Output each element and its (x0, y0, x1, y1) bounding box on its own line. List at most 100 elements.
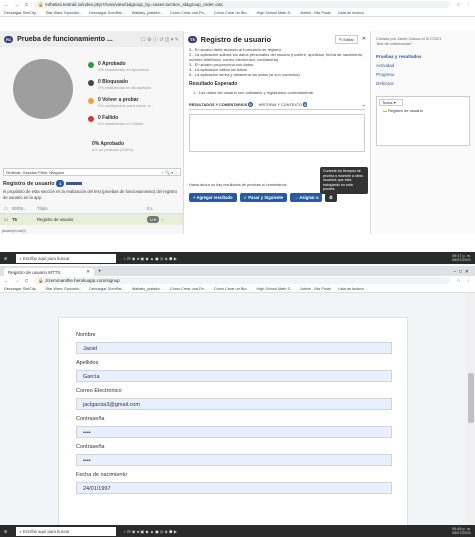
clock-2[interactable]: 09:49 p. m. 05/07/2021 (452, 527, 471, 536)
url-field[interactable]: 🔒 mthetiss.testrail.io/index.php?/runs/v… (34, 1, 451, 8)
sort-filter-bar[interactable]: Ordenar: Sección Filtro: Ninguno + 🔍 ▾ ⛶ (3, 168, 181, 176)
pass-next-button[interactable]: ✓ Pasar y Siguiente (239, 193, 288, 202)
action-buttons: + Agregar resultado ✓ Pasar y Siguiente … (189, 193, 337, 202)
windows-start-icon[interactable]: ⊞ (4, 256, 8, 261)
address-bar-row-2: ← → C 🔒 zizemmanithe.herokuapp.com/signu… (0, 276, 475, 285)
sidebar-nav-item[interactable]: Defectos (376, 79, 470, 88)
tree-item[interactable]: ▬ Registro de usuario (379, 106, 467, 115)
bookmark-item[interactable]: Descargar SimCity... (4, 287, 39, 291)
section-title: Registro de usuario (3, 181, 55, 187)
star-icon[interactable]: ☆ (456, 2, 460, 8)
tab-history[interactable]: HISTORIA Y CONTEXTO 0 (259, 102, 308, 107)
taskbar-search[interactable]: ⌕ Escribe aquí para buscar (15, 253, 116, 263)
filter-icons[interactable]: + 🔍 ▾ ⛶ (162, 170, 180, 175)
back-icon[interactable]: ← (4, 2, 9, 7)
tree-filter-dropdown[interactable]: Todos ▾ (379, 99, 403, 106)
bookmark-item[interactable]: High School Math S... (257, 11, 294, 15)
scrollbar-thumb[interactable] (468, 373, 474, 423)
bookmark-item[interactable]: Admin - Mis Posts (300, 11, 331, 15)
taskbar-app-icons[interactable]: ○ ⊟ ◉ ● ▣ ◆ ▲ ◼ ◎ ◈ ⬢ ▶ (124, 529, 178, 534)
browser-tab[interactable]: Registro de usuario MTTS ✕ (4, 268, 94, 276)
bookmark-item[interactable]: Cómo Crear un Blo... (214, 287, 250, 291)
legend-dot (88, 80, 94, 86)
taskbar-app-icons[interactable]: ○ ⊟ ◉ ● ▣ ◆ ▲ ◼ ◎ ◈ ⬢ ▶ (124, 256, 178, 261)
add-result-button[interactable]: + Agregar resultado (189, 193, 237, 202)
form-input[interactable]: •••• (76, 426, 392, 438)
row-checkbox[interactable]: ☐ (4, 217, 12, 222)
tab-history-count: 0 (303, 102, 308, 107)
comments-box[interactable] (189, 114, 365, 152)
url-text-2: zizemmanithe.herokuapp.com/signup (45, 278, 120, 283)
new-tab-icon[interactable]: + (98, 269, 102, 276)
form-input[interactable]: jaclgarcia3@gmail.com (76, 398, 392, 410)
bookmark-item[interactable]: Star Wars: Episodio... (46, 11, 83, 15)
field-label: Nombre (76, 332, 96, 338)
url-field-2[interactable]: 🔒 zizemmanithe.herokuapp.com/signup (34, 277, 451, 284)
window-controls[interactable]: – □ ✕ (447, 269, 475, 276)
bookmark-item[interactable]: Cómo Crear una Pa... (170, 287, 207, 291)
forward-icon[interactable]: → (15, 278, 20, 283)
taskbar-search-2[interactable]: ⌕ Escribe aquí para buscar (15, 526, 116, 536)
bookmark-item[interactable]: Cómo Crear un Blo... (214, 11, 250, 15)
bookmark-item[interactable]: Lista de lectura (338, 11, 364, 15)
clock-date-2: 05/07/2021 (451, 531, 471, 535)
back-icon[interactable]: ← (4, 278, 9, 283)
form-input[interactable]: García (76, 370, 392, 382)
reload-icon[interactable]: C (25, 278, 28, 283)
edit-button[interactable]: ✎ Editar (334, 34, 358, 44)
form-input[interactable]: 24/01/1997 (76, 482, 392, 494)
legend-sub: 0% configurado para volver a... (98, 103, 154, 108)
assign-button[interactable]: → Asignar a (290, 193, 323, 202)
star-icon[interactable]: ☆ (456, 278, 460, 284)
sidebar-nav-item[interactable]: Actividad (376, 61, 470, 70)
row-title: Registro de usuario (37, 217, 74, 222)
clock[interactable]: 09:47 p. m. 05/07/2021 (452, 254, 471, 263)
reload-icon[interactable]: C (25, 2, 28, 7)
bookmark-item[interactable]: Lista de lectura (338, 287, 364, 291)
windows-start-icon[interactable]: ⊞ (4, 529, 8, 534)
row-expand-icon[interactable]: › (162, 217, 163, 222)
bookmark-item[interactable]: Cómo Crear una Pa... (170, 11, 207, 15)
form-input[interactable]: •••• (76, 454, 392, 466)
bookmark-item[interactable]: Descargar DomRat... (89, 11, 125, 15)
lock-icon: 🔒 (38, 1, 46, 7)
sidebar-nav-item[interactable]: Pruebas y resultados (376, 52, 470, 61)
close-icon[interactable]: ✕ (362, 36, 366, 42)
row-status-badge[interactable]: U ▾ (147, 216, 160, 223)
timer-icon: ⏱ (329, 195, 333, 200)
menu-icon[interactable]: ⋮ (467, 278, 472, 284)
run-toolbar-icons[interactable]: ☐ ⚙ ⓘ ↺ ◫ ▾ ✎ (141, 36, 179, 43)
tab-results[interactable]: RESULTADOS Y COMENTARIOS 0 (189, 102, 253, 107)
menu-icon[interactable]: ⋮ (467, 2, 472, 8)
scrollbar[interactable] (467, 293, 475, 525)
field-label: Contraseña (76, 444, 105, 450)
tabs-chevron-icon[interactable]: ⌄ (362, 102, 365, 107)
bookmark-item[interactable]: Admin - Mis Posts (300, 287, 331, 291)
legend-sub: 0% establecido en Bloqueado (98, 85, 151, 90)
cases-header-row: ☐ ID/EN... Título 0 L (0, 203, 183, 214)
select-all-checkbox[interactable]: ☐ (4, 206, 12, 211)
timer-button[interactable]: ⏱ (325, 193, 337, 202)
taskbar-search-text-2: Escribe aquí para buscar (23, 528, 70, 534)
sidebar-nav-item[interactable]: Progreso (376, 70, 470, 79)
bookmark-item[interactable]: Wallaby_platafor... (132, 287, 163, 291)
bookmark-item[interactable]: Descargar DomRat... (89, 287, 125, 291)
tree-item-label: Registro de usuario (388, 108, 423, 113)
form-input[interactable]: Jaciel (76, 342, 392, 354)
legend-dot (88, 116, 94, 122)
bookmark-item[interactable]: Star Wars: Episodio... (46, 287, 83, 291)
tab-close-icon[interactable]: ✕ (86, 269, 90, 275)
table-row[interactable]: ☐ T5 Registro de usuario U ▾ › (0, 214, 183, 225)
field-label: Apellidos (76, 360, 99, 366)
info-sidebar: Creado por Jaciel García el 5/7/2021 Test… (370, 31, 475, 234)
bookmark-item[interactable]: Wallaby_platafor... (132, 11, 163, 15)
bookmark-item[interactable]: Descargar SimCity... (4, 11, 39, 15)
test-title: Registro de usuario (200, 34, 272, 44)
expected-text: 1.- Los datos del usuario son validados … (193, 90, 315, 95)
col-count: 0 L (147, 205, 153, 211)
test-detail-panel: T5 Registro de usuario ✎ Editar ✕ 3.- El… (184, 31, 370, 234)
forward-icon[interactable]: → (15, 2, 20, 7)
bookmark-item[interactable]: High School Math S... (257, 287, 294, 291)
address-bar-row: ← → C 🔒 mthetiss.testrail.io/index.php?/… (0, 0, 475, 9)
signup-form: Nombre Jaciel Apellidos García Correo Electr… (58, 317, 408, 537)
